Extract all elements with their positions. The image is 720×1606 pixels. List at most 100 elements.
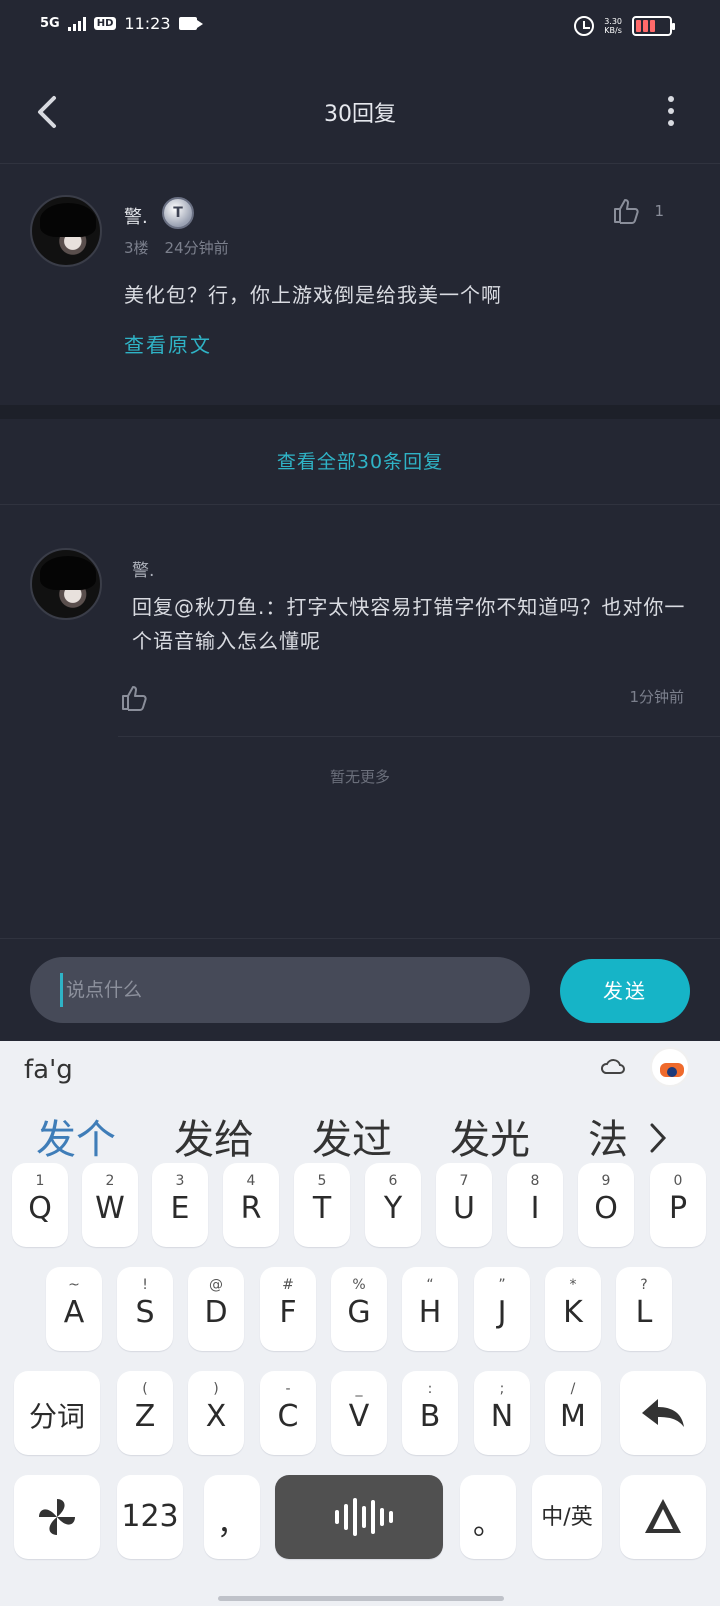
key-r-label: R <box>240 1191 262 1226</box>
key-o[interactable]: 9O <box>578 1163 634 1247</box>
key-o-label: O <box>594 1191 618 1226</box>
number-key-label: 123 <box>121 1499 179 1534</box>
avatar[interactable] <box>30 548 102 620</box>
key-m-alt: / <box>570 1381 576 1397</box>
send-button[interactable]: 发送 <box>560 959 690 1023</box>
candidate-item[interactable]: 发过 <box>312 1107 392 1165</box>
key-g-alt: % <box>352 1277 366 1293</box>
candidate-item[interactable]: 发个 <box>36 1107 116 1165</box>
thumbs-up-icon[interactable] <box>612 197 640 225</box>
period-key[interactable]: 。 <box>460 1475 516 1559</box>
key-m[interactable]: / M <box>545 1371 601 1455</box>
top-bar: 30回复 <box>0 56 720 164</box>
key-j[interactable]: ” J <box>474 1267 530 1351</box>
no-more-text: 暂无更多 <box>329 768 390 786</box>
reply-username[interactable]: 警. <box>132 556 154 581</box>
key-u-label: U <box>453 1191 475 1226</box>
network-speed-value: 3.30 <box>604 17 622 26</box>
key-w[interactable]: 2W <box>82 1163 138 1247</box>
key-e[interactable]: 3E <box>152 1163 208 1247</box>
candidate-item[interactable]: 发光 <box>450 1107 530 1165</box>
key-e-label: E <box>170 1191 190 1226</box>
key-p[interactable]: 0P <box>650 1163 706 1247</box>
settings-key[interactable] <box>14 1475 100 1559</box>
language-toggle-key[interactable]: 中/英 <box>532 1475 602 1559</box>
thumbs-up-icon[interactable] <box>120 684 148 712</box>
key-s[interactable]: ! S <box>117 1267 173 1351</box>
key-z[interactable]: (Z <box>117 1371 173 1455</box>
comment-time: 24分钟前 <box>164 239 229 257</box>
like-count: 1 <box>654 202 664 220</box>
key-k-label: K <box>563 1295 583 1330</box>
key-z-alt: ( <box>142 1381 148 1397</box>
username[interactable]: 警. <box>124 203 148 229</box>
keyboard: fa'g 发个 发给 发过 发光 法 1Q 2W 3E 4R 5T 6Y 7U … <box>0 1041 720 1606</box>
key-n-alt: ; <box>499 1381 505 1397</box>
composing-text: fa'g <box>24 1055 73 1085</box>
key-l[interactable]: ? L <box>616 1267 672 1351</box>
key-v-label: V <box>348 1399 370 1434</box>
comment-text: 美化包？行，你上游戏倒是给我美一个啊 <box>124 283 502 307</box>
key-v[interactable]: _ V <box>331 1371 387 1455</box>
section-divider <box>0 405 720 419</box>
shift-arrow-icon <box>645 1499 681 1533</box>
key-y[interactable]: 6Y <box>365 1163 421 1247</box>
key-r[interactable]: 4R <box>223 1163 279 1247</box>
comma-key-label: ， <box>217 1507 247 1542</box>
key-a-label: A <box>63 1295 85 1330</box>
reply-time: 1分钟前 <box>629 688 684 706</box>
comment-input-bar: 说点什么 发送 <box>0 938 720 1040</box>
floor-number: 3楼 <box>124 239 149 257</box>
key-g[interactable]: % G <box>331 1267 387 1351</box>
segment-key[interactable]: 分词 <box>14 1371 100 1455</box>
key-l-alt: ? <box>640 1277 648 1293</box>
network-speed: 3.30 KB/s <box>604 17 622 35</box>
reply-item: 警. 回复@秋刀鱼.：打字太快容易打错字你不知道吗？也对你一个语音输入怎么懂呢 … <box>0 506 720 737</box>
shift-key[interactable] <box>620 1475 706 1559</box>
key-i[interactable]: 8I <box>507 1163 563 1247</box>
more-options-icon[interactable] <box>666 96 676 126</box>
keyboard-mascot-icon[interactable] <box>650 1047 690 1087</box>
voice-input-key[interactable] <box>275 1475 443 1559</box>
home-indicator[interactable] <box>218 1596 504 1601</box>
key-q[interactable]: 1Q <box>12 1163 68 1247</box>
key-v-alt: _ <box>355 1381 363 1397</box>
cloud-icon[interactable] <box>600 1055 626 1077</box>
avatar[interactable] <box>30 195 102 267</box>
key-k[interactable]: * K <box>545 1267 601 1351</box>
key-i-label: I <box>530 1191 540 1226</box>
comment-input-placeholder: 说点什么 <box>66 979 143 1001</box>
key-b[interactable]: :B <box>402 1371 458 1455</box>
key-u-alt: 7 <box>459 1173 469 1189</box>
key-t-label: T <box>312 1191 332 1226</box>
backspace-icon <box>642 1399 684 1427</box>
key-x-label: X <box>205 1399 227 1434</box>
key-p-label: P <box>668 1191 688 1226</box>
chevron-right-icon[interactable] <box>648 1121 668 1155</box>
backspace-key[interactable] <box>620 1371 706 1455</box>
candidate-item[interactable]: 发给 <box>174 1107 254 1165</box>
like-button[interactable]: 1 <box>612 197 664 225</box>
number-key[interactable]: 123 <box>117 1475 183 1559</box>
key-n-label: N <box>490 1399 514 1434</box>
key-i-alt: 8 <box>530 1173 540 1189</box>
key-c[interactable]: -C <box>260 1371 316 1455</box>
key-t[interactable]: 5T <box>294 1163 350 1247</box>
view-original-link[interactable]: 查看原文 <box>124 329 212 358</box>
key-f[interactable]: # F <box>260 1267 316 1351</box>
view-all-replies-link[interactable]: 查看全部30条回复 <box>0 419 720 505</box>
level-badge: T <box>162 197 194 229</box>
voice-wave-icon <box>335 1497 393 1537</box>
main-comment: 警. T 3楼 24分钟前 1 美化包？行，你上游戏倒是给我美一个啊 查看原文 <box>0 165 720 405</box>
key-r-alt: 4 <box>246 1173 256 1189</box>
key-a[interactable]: ~ A <box>46 1267 102 1351</box>
key-n[interactable]: ; N <box>474 1371 530 1455</box>
text-cursor <box>60 973 63 1007</box>
comma-key[interactable]: ， <box>204 1475 260 1559</box>
key-d[interactable]: @ D <box>188 1267 244 1351</box>
key-u[interactable]: 7U <box>436 1163 492 1247</box>
key-h[interactable]: “H <box>402 1267 458 1351</box>
key-x[interactable]: ) X <box>188 1371 244 1455</box>
candidate-item[interactable]: 法 <box>588 1107 628 1165</box>
comment-input[interactable]: 说点什么 <box>30 957 530 1023</box>
